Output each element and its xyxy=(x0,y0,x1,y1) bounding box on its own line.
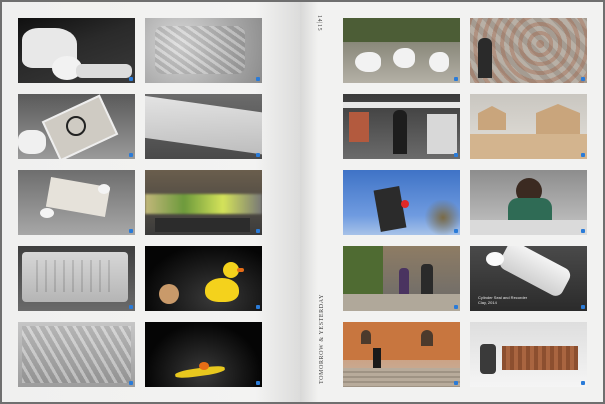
corner-marker xyxy=(454,77,458,81)
photo-clay-slab[interactable] xyxy=(145,94,262,159)
corner-marker xyxy=(454,305,458,309)
photo-geese-steps[interactable] xyxy=(343,18,460,83)
corner-marker xyxy=(256,381,260,385)
corner-marker xyxy=(581,153,585,157)
photo-clay-texture[interactable] xyxy=(145,18,262,83)
folio-text: 14|15 xyxy=(316,15,322,32)
corner-marker xyxy=(129,77,133,81)
corner-marker xyxy=(454,229,458,233)
photo-treadmill[interactable] xyxy=(145,170,262,235)
corner-marker xyxy=(256,305,260,309)
photo-church-steps[interactable] xyxy=(343,322,460,387)
corner-marker xyxy=(256,77,260,81)
running-title: TOMORROW & YESTERDAY xyxy=(319,294,329,394)
corner-marker xyxy=(129,229,133,233)
photo-seal-impression[interactable] xyxy=(18,246,135,311)
photo-hand-cylinder[interactable] xyxy=(18,18,135,83)
photo-clay-houses[interactable] xyxy=(470,94,587,159)
photo-broken-duck[interactable] xyxy=(145,322,262,387)
photo-white-cylinder[interactable]: Cylinder Seal and Recorder Clay, 2014 xyxy=(470,246,587,311)
corner-marker xyxy=(581,381,585,385)
corner-marker xyxy=(129,305,133,309)
photo-woman-table[interactable] xyxy=(470,170,587,235)
corner-marker xyxy=(581,229,585,233)
corner-marker xyxy=(454,153,458,157)
running-title-text: TOMORROW & YESTERDAY xyxy=(319,293,325,384)
photo-woman-mosaic[interactable] xyxy=(470,18,587,83)
photo-seal-with-impression[interactable] xyxy=(470,322,587,387)
photo-duck-egg[interactable] xyxy=(145,246,262,311)
corner-marker xyxy=(256,229,260,233)
corner-marker xyxy=(256,153,260,157)
photo-scroll-caps[interactable] xyxy=(18,170,135,235)
photo-hand-box[interactable] xyxy=(18,94,135,159)
corner-marker xyxy=(581,77,585,81)
corner-marker xyxy=(129,381,133,385)
corner-marker xyxy=(581,305,585,309)
photo-traffic-light[interactable] xyxy=(343,170,460,235)
photo-subway-gates[interactable] xyxy=(343,94,460,159)
corner-marker xyxy=(129,153,133,157)
folio-page-numbers: 14|15 xyxy=(314,15,334,55)
caption-line-2: Clay, 2014 xyxy=(478,300,497,305)
photo-caption: Cylinder Seal and Recorder Clay, 2014 xyxy=(478,295,527,305)
photo-relief-pattern[interactable] xyxy=(18,322,135,387)
photo-street-walkers[interactable] xyxy=(343,246,460,311)
corner-marker xyxy=(454,381,458,385)
